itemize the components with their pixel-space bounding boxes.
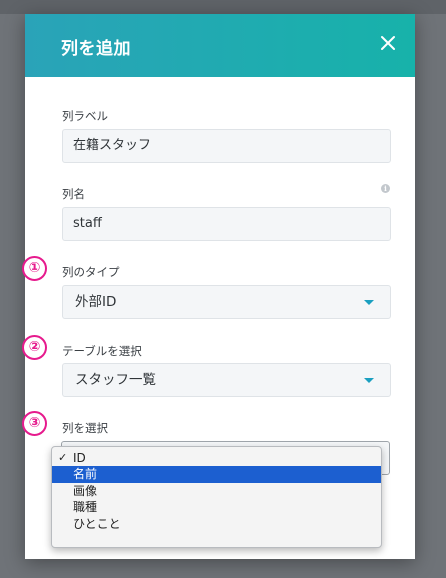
marker-2: ②	[22, 335, 47, 360]
column-type-select[interactable]: 外部ID	[62, 285, 391, 319]
dialog-header: 列を追加	[25, 14, 415, 77]
dialog-title: 列を追加	[61, 39, 131, 59]
option-label: 職種	[73, 500, 98, 515]
dropdown-option-id[interactable]: ✓ ID	[52, 450, 381, 466]
close-icon	[381, 36, 395, 50]
option-label: 画像	[73, 483, 98, 498]
dropdown-option-image[interactable]: 画像	[52, 483, 381, 499]
checkmark-icon: ✓	[58, 451, 68, 464]
table-select-value: スタッフ一覧	[75, 372, 156, 388]
info-icon[interactable]: i	[381, 184, 390, 193]
column-select-dropdown: ✓ ID 名前 画像 職種 ひとこと	[51, 446, 382, 548]
option-label: ID	[73, 451, 86, 465]
dropdown-option-comment[interactable]: ひとこと	[52, 516, 381, 532]
table-select[interactable]: スタッフ一覧	[62, 363, 391, 397]
close-button[interactable]	[375, 30, 401, 56]
option-label: 名前	[73, 467, 98, 482]
column-label-label: 列ラベル	[62, 109, 108, 123]
column-label-input[interactable]: 在籍スタッフ	[62, 129, 391, 163]
column-select-label: 列を選択	[62, 421, 108, 435]
chevron-down-icon	[364, 378, 374, 383]
dropdown-option-name[interactable]: 名前	[52, 466, 381, 483]
option-label: ひとこと	[73, 516, 121, 531]
column-name-input[interactable]: staff	[62, 207, 391, 241]
background-top	[0, 0, 446, 14]
chevron-down-icon	[364, 300, 374, 305]
column-type-label: 列のタイプ	[62, 265, 120, 279]
column-name-label: 列名	[62, 187, 85, 201]
marker-1: ①	[22, 256, 47, 281]
column-type-value: 外部ID	[75, 294, 117, 310]
marker-3: ③	[22, 411, 47, 436]
dropdown-option-job[interactable]: 職種	[52, 499, 381, 515]
table-select-label: テーブルを選択	[62, 344, 142, 358]
